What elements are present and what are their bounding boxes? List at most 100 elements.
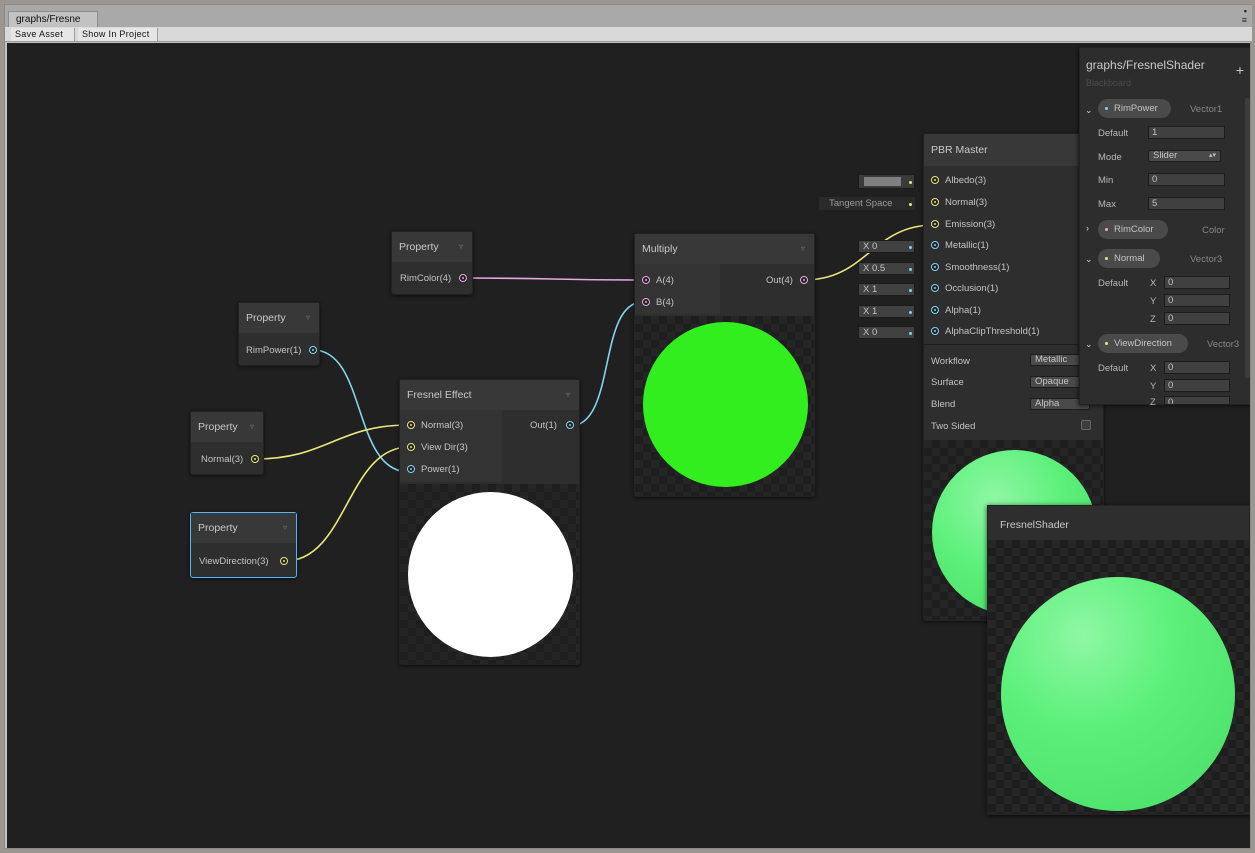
node-title: Property [198, 522, 238, 534]
viewdir-y-field[interactable]: 0 [1164, 379, 1230, 392]
save-asset-button[interactable]: Save Asset [11, 28, 75, 41]
input-port-occlusion[interactable] [931, 284, 939, 292]
input-label-alphaclip: AlphaClipThreshold(1) [945, 326, 1040, 337]
input-port-normal[interactable] [931, 198, 939, 206]
output-port[interactable] [566, 421, 574, 429]
two-sided-checkbox[interactable] [1081, 420, 1091, 430]
show-in-project-button[interactable]: Show In Project [78, 28, 158, 41]
occlusion-field[interactable]: X 1 [858, 283, 915, 296]
input-label-normal: Normal(3) [421, 420, 464, 431]
metallic-field[interactable]: X 0 [858, 240, 915, 253]
node-header: Fresnel Effect ▿ [400, 380, 579, 410]
normal-space-field[interactable]: Tangent Space [819, 197, 915, 210]
normal-x-field[interactable]: 0 [1164, 276, 1230, 289]
rimpower-default-label: Default [1098, 128, 1129, 139]
smoothness-field[interactable]: X 0.5 [858, 262, 915, 275]
input-port-smoothness[interactable] [931, 263, 939, 271]
metallic-link-dot [909, 246, 912, 249]
collapse-icon[interactable]: ▿ [459, 242, 463, 251]
main-preview-viewport[interactable] [988, 540, 1249, 814]
input-port-power[interactable] [407, 465, 415, 473]
expand-normal-icon[interactable]: ⌄ [1085, 254, 1093, 265]
input-port-metallic[interactable] [931, 241, 939, 249]
rimpower-mode-value: Slider [1153, 150, 1178, 161]
output-port[interactable] [280, 557, 288, 565]
occlusion-link-dot [909, 289, 912, 292]
normal-y-field[interactable]: 0 [1164, 294, 1230, 307]
viewdir-x-label: X [1150, 363, 1157, 374]
node-title: Property [399, 241, 439, 253]
alpha-link-dot [909, 311, 912, 314]
normal-y-label: Y [1150, 296, 1157, 307]
property-pill-normal[interactable]: Normal [1098, 249, 1160, 268]
viewdir-z-label: Z [1150, 397, 1156, 408]
property-type-rimcolor: Color [1202, 225, 1225, 236]
collapse-icon[interactable]: ▿ [306, 313, 310, 322]
input-label-smoothness: Smoothness(1) [945, 262, 1010, 273]
input-port-viewdir[interactable] [407, 443, 415, 451]
rimpower-max-field[interactable]: 5 [1148, 197, 1225, 210]
viewdir-z-field[interactable]: 0 [1164, 396, 1230, 405]
output-port[interactable] [309, 346, 317, 354]
input-port-normal[interactable] [407, 421, 415, 429]
property-type-rimpower: Vector1 [1190, 104, 1223, 115]
property-node-rimcolor[interactable]: Property ▿ RimColor(4) [391, 231, 473, 295]
setting-label-surface: Surface [931, 377, 964, 388]
property-pill-rimpower[interactable]: RimPower [1098, 99, 1171, 118]
output-label: Out(1) [530, 420, 557, 431]
rimpower-mode-label: Mode [1098, 152, 1122, 163]
output-label: RimColor(4) [400, 273, 452, 284]
blackboard-scrollbar[interactable] [1245, 98, 1250, 378]
node-title: Multiply [642, 243, 678, 255]
input-port-b[interactable] [642, 298, 650, 306]
property-pill-rimcolor[interactable]: RimColor [1098, 220, 1168, 239]
input-port-a[interactable] [642, 276, 650, 284]
wire-fresnel-multiply-b [569, 301, 644, 427]
blackboard-subtitle: Blackboard [1086, 78, 1132, 88]
tab-graph[interactable]: graphs/Fresne [8, 11, 98, 28]
blackboard-panel[interactable]: graphs/FresnelShader Blackboard + ⌄ RimP… [1079, 47, 1250, 408]
normal-z-field[interactable]: 0 [1164, 312, 1230, 325]
property-node-viewdirection[interactable]: Property ▿ ViewDirection(3) [190, 512, 297, 578]
output-port[interactable] [251, 455, 259, 463]
node-title: PBR Master [931, 144, 988, 156]
divider [924, 344, 1103, 345]
input-port-albedo[interactable] [931, 176, 939, 184]
expand-viewdirection-icon[interactable]: ⌄ [1085, 339, 1093, 350]
viewdir-x-field[interactable]: 0 [1164, 361, 1230, 374]
node-header: Multiply ▿ [635, 234, 814, 264]
collapse-icon[interactable]: ▿ [283, 523, 287, 532]
collapse-icon[interactable]: ▿ [566, 390, 570, 399]
add-property-icon[interactable]: + [1236, 62, 1244, 78]
collapse-icon[interactable]: ▿ [801, 244, 805, 253]
alpha-field[interactable]: X 1 [858, 305, 915, 318]
input-port-alphaclip[interactable] [931, 327, 939, 335]
wire-rimcolor-multiply-a [460, 277, 644, 281]
main-preview-panel[interactable]: FresnelShader [987, 505, 1250, 815]
input-label-a: A(4) [656, 275, 674, 286]
albedo-color-field[interactable] [858, 174, 915, 189]
multiply-node[interactable]: Multiply ▿ A(4) B(4) Out(4) [634, 233, 815, 497]
property-node-rimpower[interactable]: Property ▿ RimPower(1) [238, 302, 320, 366]
fresnel-effect-node[interactable]: Fresnel Effect ▿ Normal(3) View Dir(3) Po… [399, 379, 580, 665]
alphaclip-field[interactable]: X 0 [858, 326, 915, 339]
rimpower-default-field[interactable]: 1 [1148, 126, 1225, 139]
property-pill-viewdirection[interactable]: ViewDirection [1098, 334, 1188, 353]
normal-z-label: Z [1150, 314, 1156, 325]
input-port-alpha[interactable] [931, 306, 939, 314]
output-port[interactable] [459, 274, 467, 282]
main-preview-sphere [1001, 577, 1235, 811]
graph-canvas[interactable]: Property ▿ RimColor(4) Property ▿ RimPower… [7, 43, 1250, 848]
property-node-normal[interactable]: Property ▿ Normal(3) [190, 411, 264, 475]
rimpower-min-field[interactable]: 0 [1148, 173, 1225, 186]
expand-rimpower-icon[interactable]: ⌄ [1085, 105, 1093, 116]
output-port[interactable] [800, 276, 808, 284]
node-header: PBR Master [924, 134, 1103, 166]
expand-rimcolor-icon[interactable]: › [1086, 223, 1089, 233]
input-port-emission[interactable] [931, 220, 939, 228]
multiply-preview [635, 316, 814, 496]
collapse-icon[interactable]: ▿ [250, 422, 254, 431]
window-menu-icon[interactable]: ▪ ≡ [1242, 7, 1247, 25]
rimpower-mode-dropdown[interactable]: Slider ▴▾ [1148, 150, 1221, 162]
node-header: Property ▿ [392, 232, 472, 262]
